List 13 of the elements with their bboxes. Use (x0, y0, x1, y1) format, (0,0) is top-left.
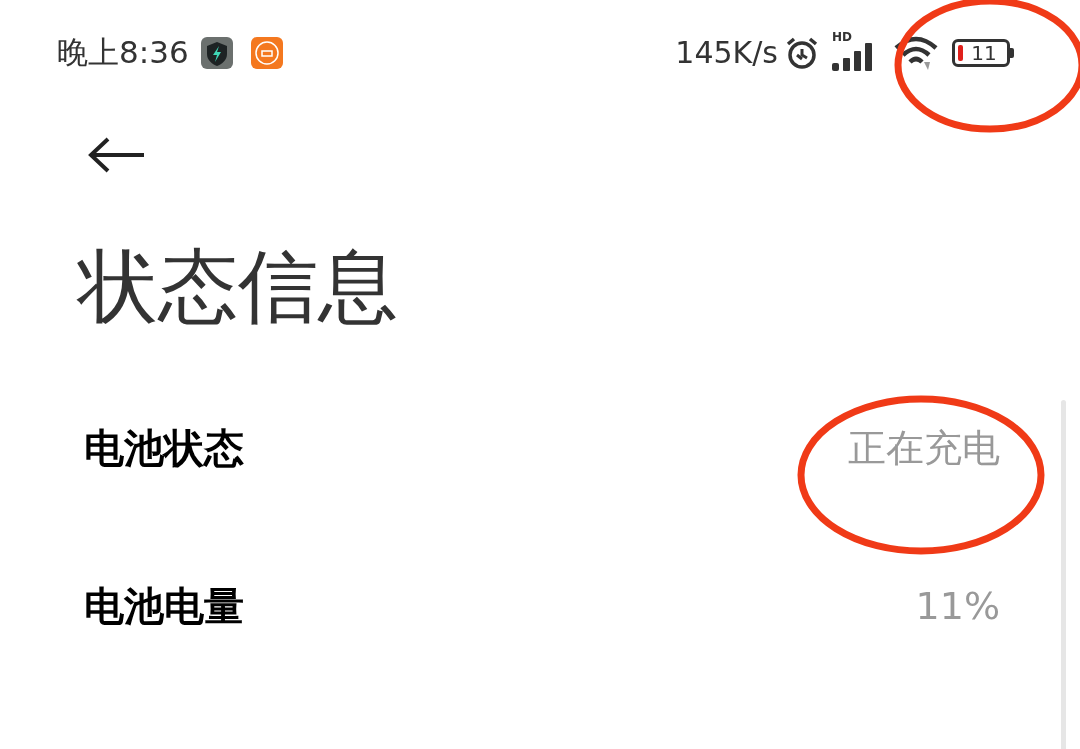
signal-label: HD (832, 30, 852, 43)
setting-value: 正在充电 (848, 424, 1000, 472)
setting-label: 电池状态 (84, 424, 244, 473)
battery-percent: 11 (971, 42, 997, 63)
mi-app-icon (250, 36, 283, 69)
page-title: 状态信息 (75, 247, 399, 327)
back-arrow-icon[interactable] (88, 135, 146, 175)
setting-value: 11% (915, 582, 1000, 630)
network-speed: 145K/s (675, 34, 778, 72)
shield-icon (200, 36, 233, 69)
setting-label: 电池电量 (84, 582, 244, 631)
wifi-icon (894, 35, 938, 70)
clock-time: 晚上8:36 (57, 33, 189, 73)
